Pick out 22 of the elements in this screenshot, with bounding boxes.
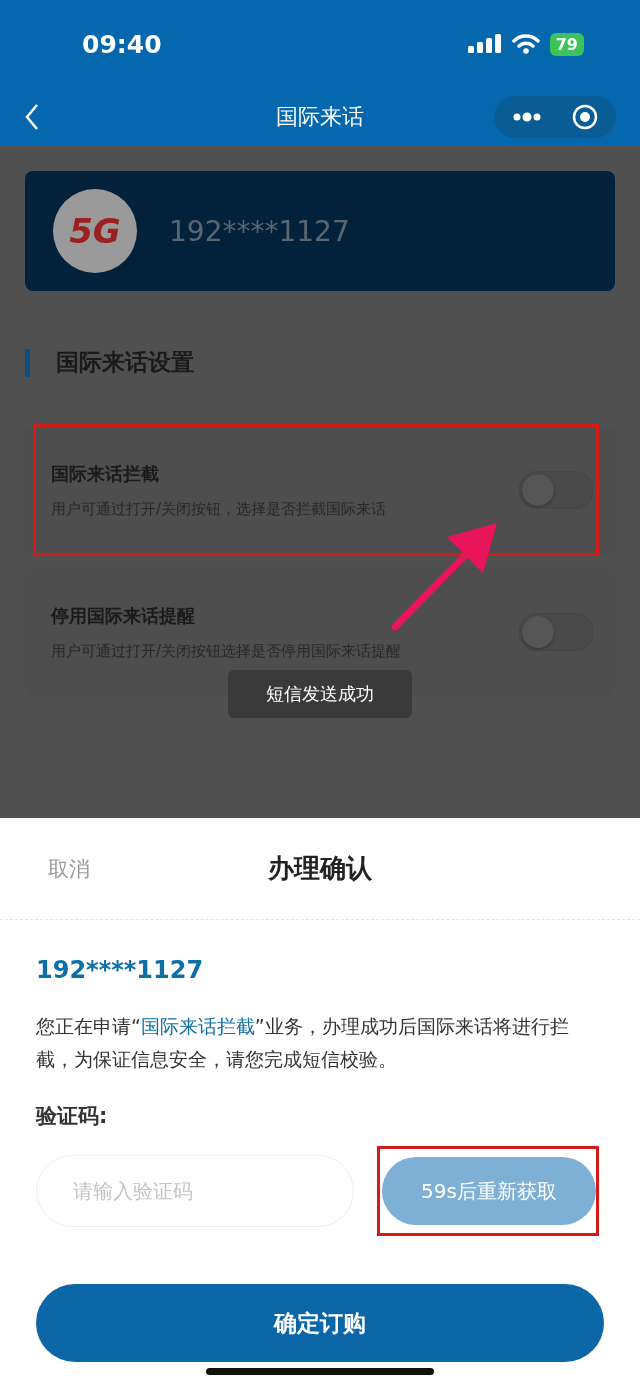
- toast-message: 短信发送成功: [228, 670, 412, 718]
- field-label: 验证码:: [36, 1103, 109, 1130]
- toggle-switch[interactable]: [519, 471, 593, 509]
- code-input-field[interactable]: 请输入验证码: [36, 1155, 354, 1227]
- phone-number: 192****1127: [36, 956, 205, 984]
- signal-icon: [467, 34, 502, 54]
- brand-logo: 5G: [53, 189, 137, 273]
- cancel-button[interactable]: 取消: [48, 854, 90, 883]
- wifi-icon: [511, 34, 540, 54]
- more-icon[interactable]: [512, 112, 542, 122]
- battery-indicator: 79: [549, 32, 584, 56]
- phone-number: 192****1127: [169, 214, 350, 248]
- status-time: 09:40: [82, 29, 162, 59]
- close-icon[interactable]: [572, 104, 598, 130]
- service-link[interactable]: 国际来话拦截: [140, 1015, 255, 1037]
- back-icon[interactable]: [24, 103, 40, 131]
- sheet-title: 办理确认: [268, 852, 372, 885]
- notice-text: 您正在申请“国际来话拦截”业务，办理成功后国际来话将进行拦截，为保证信息安全，请您完成短信校验。: [36, 1014, 570, 1072]
- section-marker: [25, 348, 30, 377]
- toggle-switch[interactable]: [519, 613, 593, 651]
- confirm-button[interactable]: 确定订购: [36, 1284, 604, 1362]
- page-title: 国际来话: [276, 103, 364, 131]
